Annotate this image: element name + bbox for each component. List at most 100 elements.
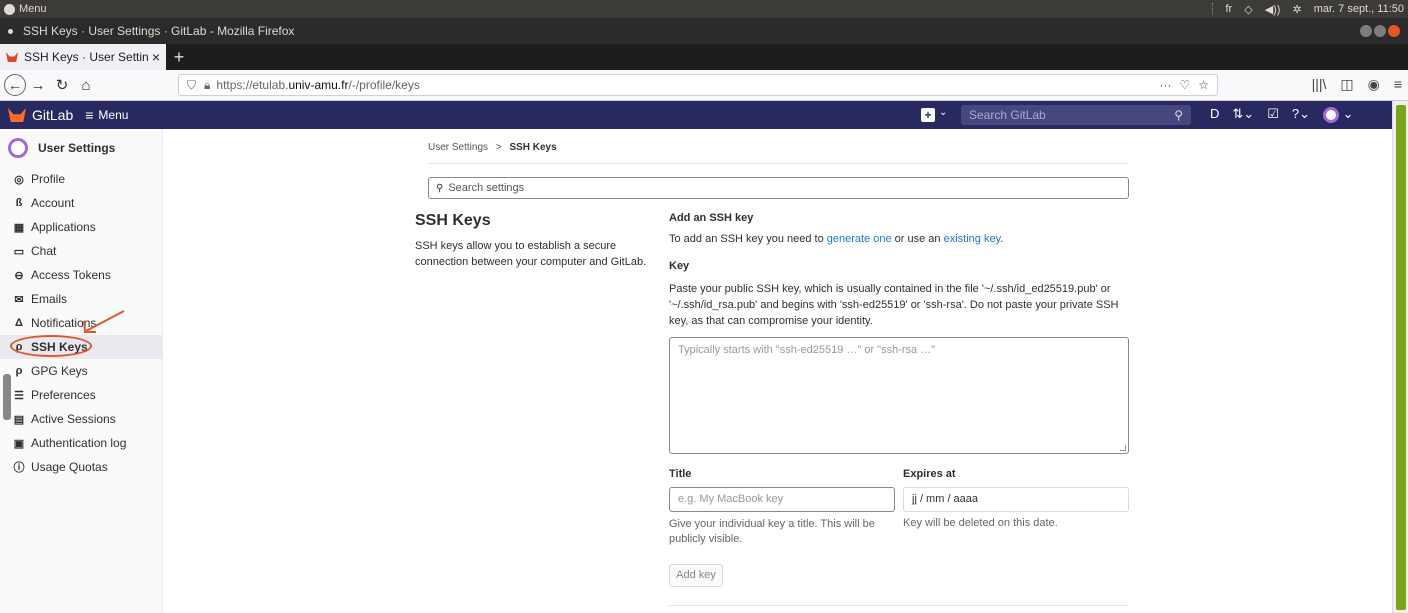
sidebar-item-label: Authentication log: [31, 436, 127, 450]
sidebar-item-preferences[interactable]: ☰ Preferences: [0, 383, 162, 407]
user-avatar-icon: [8, 138, 28, 158]
window-dot-icon: [8, 28, 13, 34]
window-titlebar: SSH Keys · User Settings · GitLab - Mozi…: [0, 18, 1408, 44]
merge-requests-icon[interactable]: ⇅⌄: [1232, 106, 1254, 123]
sidebar-item-account[interactable]: ß Account: [0, 191, 162, 215]
gitlab-brand[interactable]: GitLab: [32, 107, 73, 123]
divider: [428, 163, 1128, 164]
sidebar-item-applications[interactable]: ▦ Applications: [0, 215, 162, 239]
issues-icon[interactable]: D: [1210, 106, 1219, 123]
url-bar[interactable]: ⛉ 🔒︎ https://etulab.univ-amu.fr/-/profil…: [178, 74, 1218, 96]
expires-date-input[interactable]: jj / mm / aaaa: [903, 487, 1129, 512]
browser-tab[interactable]: SSH Keys · User Settings ×: [0, 44, 166, 70]
gitlab-menu-button[interactable]: ≡ Menu: [85, 107, 128, 123]
user-avatar-menu[interactable]: ⌄: [1322, 106, 1353, 123]
sidebar-item-notifications[interactable]: Δ Notifications: [0, 311, 162, 335]
title-input[interactable]: e.g. My MacBook key: [669, 487, 895, 512]
minimize-icon[interactable]: [1360, 25, 1372, 37]
new-item-plus-icon[interactable]: +: [921, 108, 935, 122]
gitlab-favicon-icon: [6, 52, 18, 62]
applications-icon: ▦: [13, 221, 25, 234]
lock-icon[interactable]: 🔒︎: [204, 78, 210, 93]
settings-sidebar: User Settings ◎ Profile ß Account ▦ Applica…: [0, 129, 163, 613]
token-icon: ⊖: [14, 269, 24, 282]
sidebar-item-usage-quotas[interactable]: ⓘ Usage Quotas: [0, 455, 162, 479]
page-actions-icon[interactable]: ···: [1159, 78, 1171, 92]
gitlab-menu-label: Menu: [98, 108, 129, 122]
sidebar-item-label: Preferences: [31, 388, 96, 402]
browser-navbar: ← → ↻ ⌂ ⛉ 🔒︎ https://etulab.univ-amu.fr/…: [0, 70, 1408, 101]
divider: [669, 605, 1129, 606]
os-top-bar: Menu fr ◇ ◀)) ✲ mar. 7 sept., 11:50: [0, 0, 1408, 18]
sidebar-item-authentication-log[interactable]: ▣ Authentication log: [0, 431, 162, 455]
volume-icon[interactable]: ◀)): [1265, 3, 1281, 16]
brightness-icon[interactable]: ✲: [1292, 3, 1301, 16]
add-key-button[interactable]: Add key: [669, 564, 723, 587]
hamburger-icon: ≡: [85, 107, 94, 123]
chevron-down-icon[interactable]: ⌄: [939, 107, 947, 118]
sidebar-item-label: Active Sessions: [31, 412, 116, 426]
os-logo-icon: [4, 3, 15, 15]
sidebar-item-label: Chat: [31, 244, 57, 258]
gitlab-logo-icon[interactable]: [8, 108, 26, 122]
search-settings-placeholder: Search settings: [448, 182, 525, 194]
resize-grip-icon[interactable]: [1120, 445, 1126, 451]
sidebar-item-ssh-keys[interactable]: ρ SSH Keys: [0, 335, 162, 359]
browser-tab-strip: SSH Keys · User Settings × +: [0, 44, 1408, 70]
scrollbar-thumb[interactable]: [1396, 105, 1406, 610]
os-menu-button[interactable]: Menu: [0, 3, 47, 15]
section-title: SSH Keys: [415, 212, 491, 229]
account-extension-icon[interactable]: ◉: [1368, 76, 1380, 93]
back-arrow-icon[interactable]: ←: [4, 74, 26, 96]
gitlab-search-input[interactable]: Search GitLab ⚲: [961, 105, 1191, 125]
sidebar-item-label: Access Tokens: [31, 268, 111, 282]
account-icon: ß: [15, 197, 23, 209]
profile-icon: ◎: [14, 173, 24, 186]
todo-icon[interactable]: ☑: [1267, 106, 1279, 123]
key-placeholder: Typically starts with "ssh-ed25519 …" or…: [678, 344, 936, 356]
url-text: https://etulab.univ-amu.fr/-/profile/key…: [216, 78, 420, 92]
sidebar-heading[interactable]: User Settings: [0, 129, 162, 167]
key-icon: ρ: [15, 365, 23, 377]
browser-tab-title: SSH Keys · User Settings: [24, 50, 148, 64]
pocket-icon[interactable]: ♡: [1179, 78, 1190, 92]
bell-icon: Δ: [15, 317, 23, 329]
reload-icon[interactable]: ↻: [50, 76, 74, 94]
expires-label: Expires at: [903, 468, 956, 480]
page-scrollbar[interactable]: [1392, 101, 1408, 613]
wifi-icon[interactable]: ◇: [1244, 3, 1252, 16]
window-title: SSH Keys · User Settings · GitLab - Mozi…: [23, 24, 295, 38]
forward-arrow-icon[interactable]: →: [26, 77, 50, 94]
sidebar-item-gpg-keys[interactable]: ρ GPG Keys: [0, 359, 162, 383]
library-icon[interactable]: |||\: [1312, 76, 1327, 93]
shield-icon[interactable]: ⛉: [187, 78, 196, 93]
new-tab-button[interactable]: +: [166, 44, 192, 70]
close-tab-icon[interactable]: ×: [152, 49, 160, 65]
sidebar-item-active-sessions[interactable]: ▤ Active Sessions: [0, 407, 162, 431]
sidebar-item-access-tokens[interactable]: ⊖ Access Tokens: [0, 263, 162, 287]
search-settings-input[interactable]: ⚲ Search settings: [428, 177, 1129, 199]
hamburger-menu-icon[interactable]: ≡: [1394, 76, 1402, 93]
mail-icon: ✉: [14, 293, 24, 306]
sidebar-item-label: GPG Keys: [31, 364, 88, 378]
generate-one-link[interactable]: generate one: [827, 233, 892, 245]
sidebar-item-profile[interactable]: ◎ Profile: [0, 167, 162, 191]
os-clock[interactable]: mar. 7 sept., 11:50: [1314, 3, 1404, 15]
log-icon: ▣: [13, 437, 25, 450]
sidebar-item-chat[interactable]: ▭ Chat: [0, 239, 162, 263]
sidebar-toggle-icon[interactable]: ◫: [1340, 76, 1353, 93]
keyboard-layout[interactable]: fr: [1225, 3, 1232, 15]
close-window-icon[interactable]: [1388, 25, 1400, 37]
breadcrumb-parent[interactable]: User Settings: [428, 142, 488, 153]
sidebar-item-label: Profile: [31, 172, 66, 186]
breadcrumb-current[interactable]: SSH Keys: [509, 142, 556, 153]
bookmark-star-icon[interactable]: ☆: [1198, 78, 1209, 92]
help-icon[interactable]: ?⌄: [1292, 106, 1310, 123]
sidebar-item-emails[interactable]: ✉ Emails: [0, 287, 162, 311]
key-textarea[interactable]: Typically starts with "ssh-ed25519 …" or…: [669, 337, 1129, 454]
home-icon[interactable]: ⌂: [74, 77, 98, 94]
existing-key-link[interactable]: existing key: [944, 233, 1001, 245]
sidebar-item-label: Emails: [31, 292, 68, 306]
maximize-icon[interactable]: [1374, 25, 1386, 37]
quota-icon: ⓘ: [13, 462, 25, 474]
